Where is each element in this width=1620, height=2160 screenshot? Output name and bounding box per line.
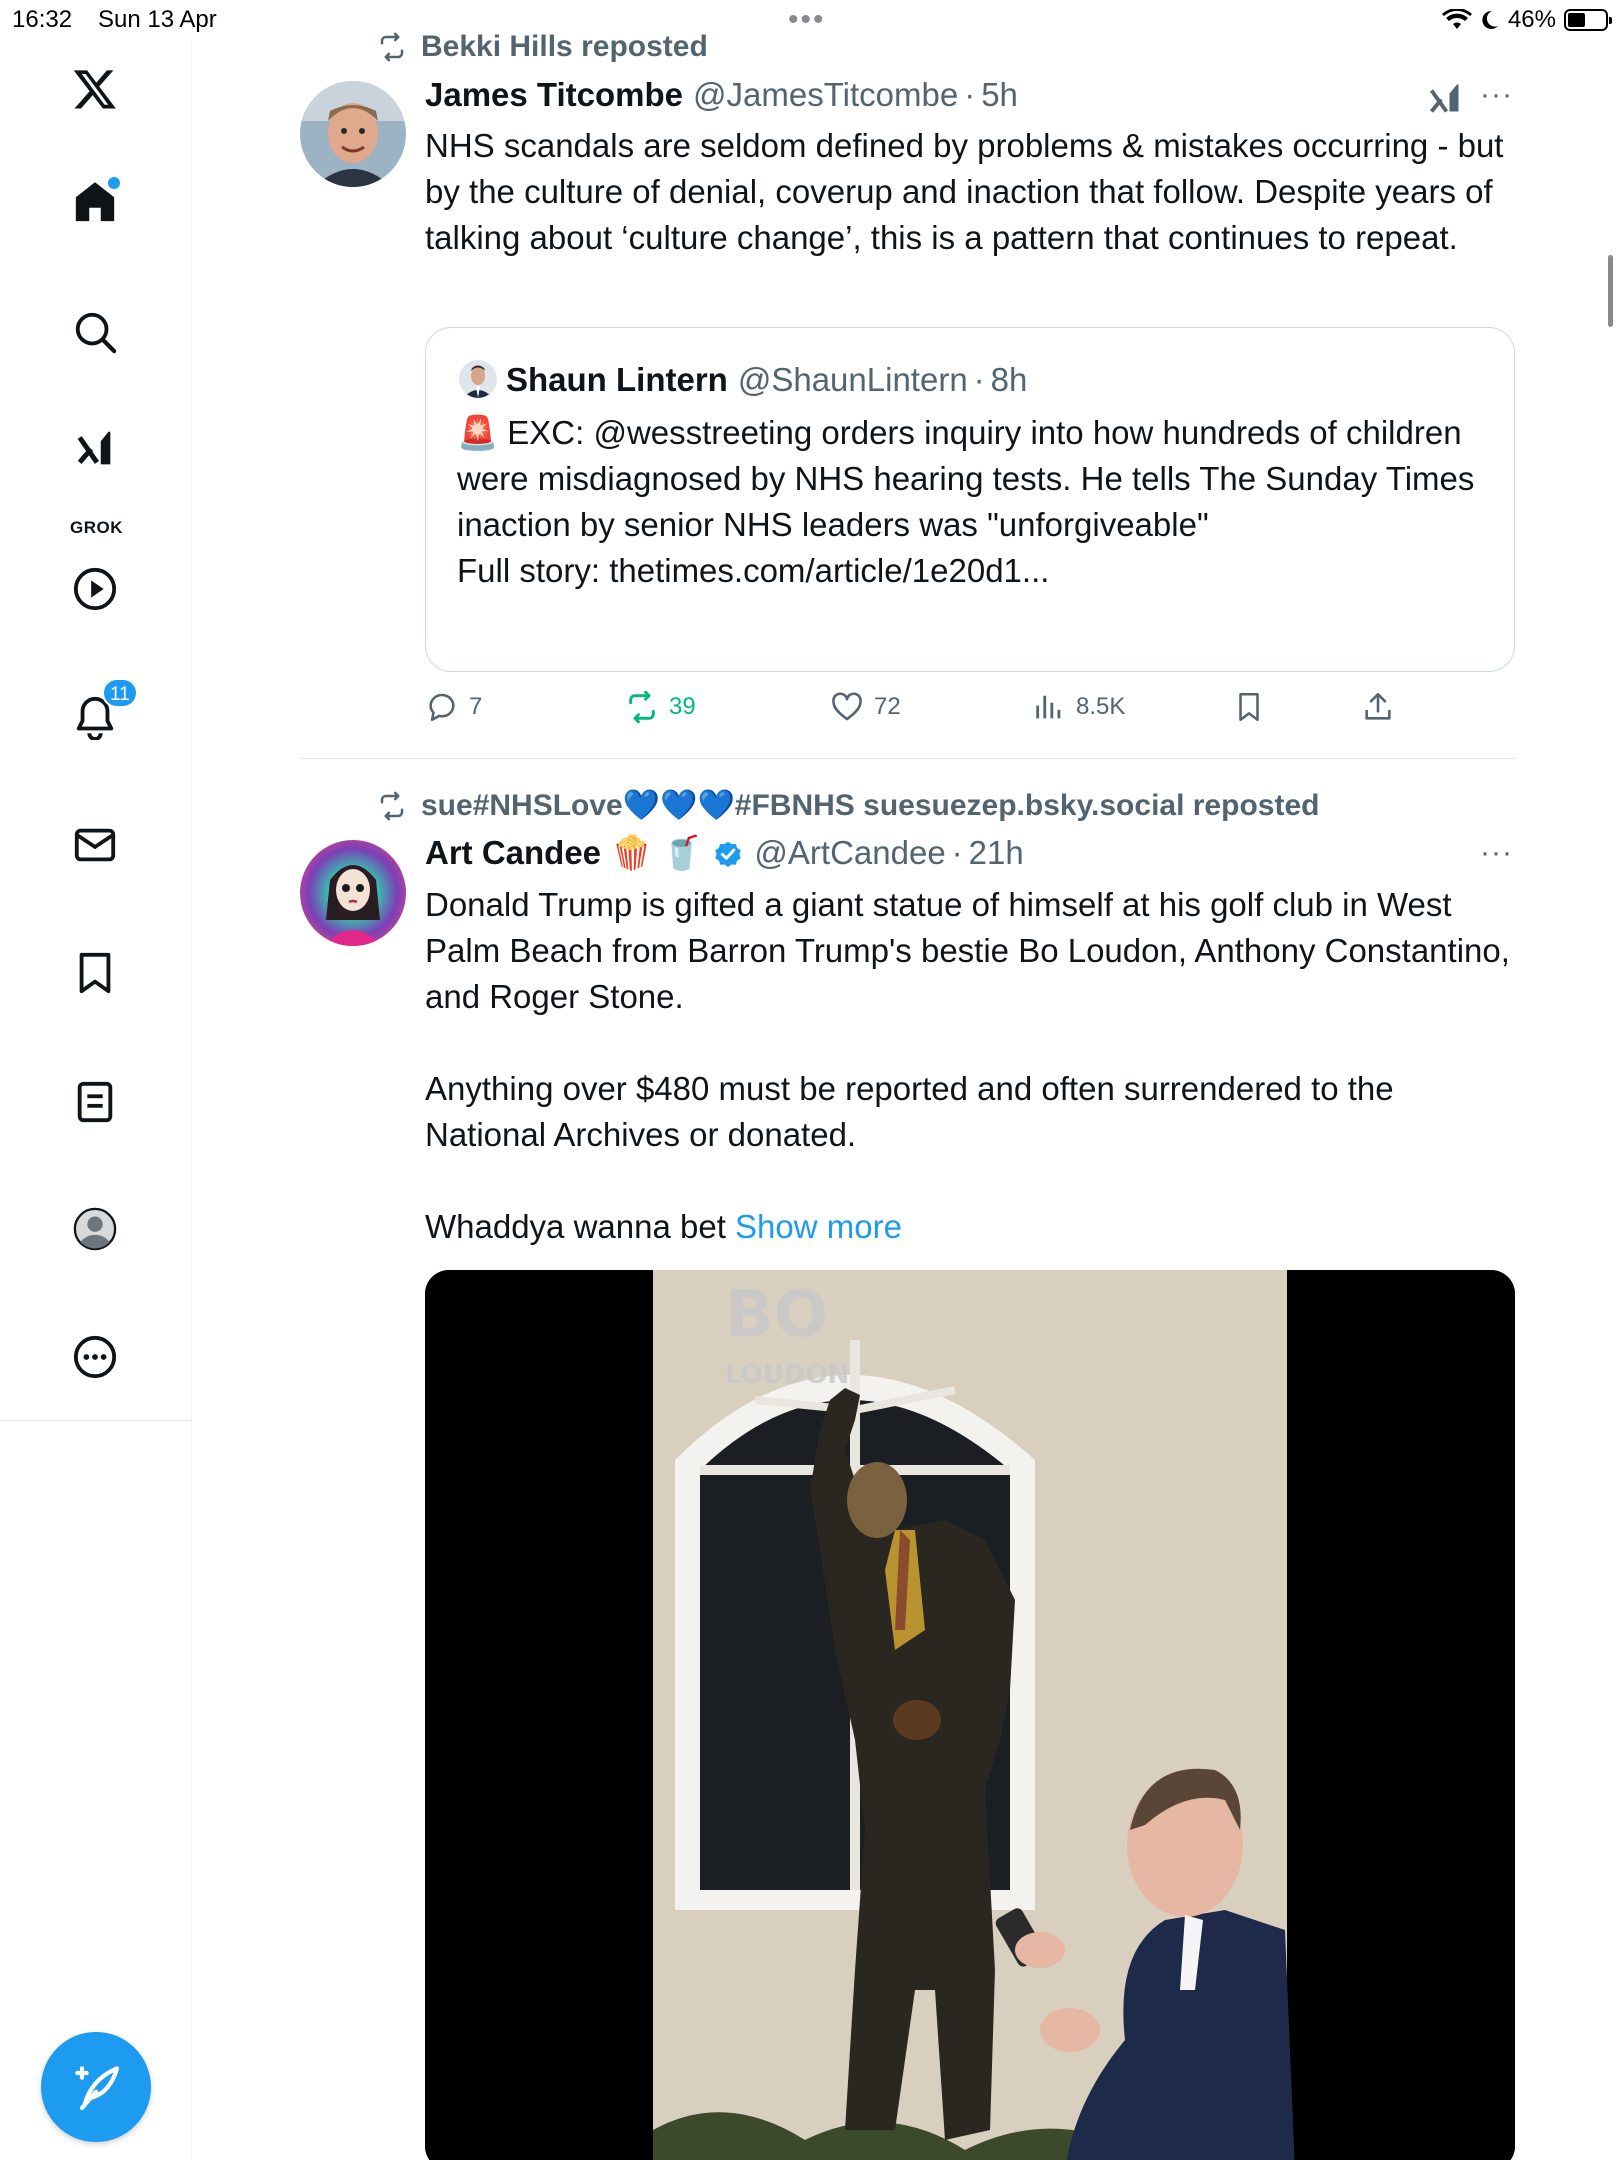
tweet-paragraph: Donald Trump is gifted a giant statue of…	[425, 886, 1510, 1015]
unread-dot	[108, 177, 120, 189]
play-icon	[73, 567, 117, 611]
quote-author-name: Shaun Lintern	[506, 361, 728, 398]
tweet-video[interactable]: BO LOUDON	[425, 1270, 1515, 2160]
repost-context[interactable]: Bekki Hills reposted	[377, 30, 708, 64]
battery-percent: 46%	[1507, 6, 1556, 33]
views-icon	[1036, 695, 1061, 719]
tweet-header: Art Candee 🍿 🥤 @ArtCandee · 21h	[425, 834, 1024, 873]
quote-body: 🚨 EXC: @wesstreeting orders inquiry into…	[457, 410, 1487, 594]
status-bar: 16:32 Sun 13 Apr ••• 46%	[0, 0, 1620, 40]
status-time: 16:32	[12, 6, 73, 33]
nav-lists[interactable]	[66, 1073, 124, 1131]
tweet-divider	[300, 758, 1515, 759]
nav-home[interactable]	[66, 173, 124, 231]
video-watermark-sub: LOUDON	[725, 1360, 849, 1390]
avatar[interactable]	[300, 81, 406, 187]
share-icon	[1365, 692, 1391, 720]
quote-link-text: Full story: thetimes.com/article/1e20d1.…	[457, 552, 1050, 589]
grok-icon	[77, 431, 111, 465]
tweet-paragraph: Anything over $480 must be reported and …	[425, 1070, 1394, 1153]
quote-text: 🚨 EXC: @wesstreeting orders inquiry into…	[457, 414, 1475, 543]
sidebar: GROK 11	[0, 40, 192, 2160]
like-button[interactable]: 72	[830, 690, 901, 724]
bookmark-icon	[79, 952, 111, 994]
bookmark-button[interactable]	[1232, 690, 1266, 724]
tweet-actions: 7 39 72 8.5K	[425, 690, 1425, 734]
tweet-time[interactable]: 5h	[981, 76, 1018, 114]
status-date: Sun 13 Apr	[98, 6, 217, 33]
tweet-text: Donald Trump is gifted a giant statue of…	[425, 882, 1515, 1250]
repost-context[interactable]: sue#NHSLove💙💙💙#FBNHS suesuezep.bsky.soci…	[377, 788, 1319, 823]
wifi-icon	[1441, 9, 1472, 29]
repost-icon	[629, 690, 655, 724]
repost-icon	[380, 32, 404, 62]
reply-button[interactable]: 7	[425, 690, 482, 724]
grok-icon[interactable]	[1427, 80, 1463, 116]
verified-badge-icon	[715, 841, 742, 867]
repost-icon	[380, 791, 404, 820]
quote-author-handle: @ShaunLintern	[737, 361, 968, 398]
heart-icon	[832, 692, 862, 721]
author-handle[interactable]: @JamesTitcombe	[693, 76, 958, 114]
profile-icon	[73, 1207, 117, 1251]
avatar[interactable]	[300, 840, 406, 946]
separator-dot: ·	[973, 361, 985, 398]
quote-time: 8h	[990, 361, 1028, 398]
reply-icon	[429, 693, 455, 722]
compose-icon	[75, 2066, 120, 2111]
reply-count: 7	[469, 693, 483, 720]
more-options-icon[interactable]: ···	[1480, 78, 1513, 112]
tweet-header: James Titcombe @JamesTitcombe · 5h	[425, 76, 1018, 114]
nav-bookmarks[interactable]	[66, 944, 124, 1002]
multitasking-dots-icon[interactable]: •••	[788, 5, 826, 35]
author-name[interactable]: James Titcombe	[425, 76, 683, 114]
battery-icon	[1564, 9, 1612, 31]
views-button[interactable]: 8.5K	[1032, 690, 1125, 724]
share-button[interactable]	[1361, 690, 1395, 724]
quote-header: Shaun Lintern @ShaunLintern · 8h	[506, 361, 1027, 399]
view-count: 8.5K	[1076, 693, 1126, 720]
repost-label: Bekki Hills reposted	[421, 30, 708, 63]
sidebar-divider	[0, 1420, 192, 1421]
list-icon	[77, 1081, 113, 1123]
notifications-badge: 11	[102, 678, 138, 708]
tweet-paragraph-last: Whaddya wanna bet Show more	[425, 1204, 1515, 1250]
nav-more[interactable]	[66, 1328, 124, 1386]
nav-profile[interactable]	[66, 1200, 124, 1258]
nav-notifications[interactable]: 11	[66, 678, 138, 746]
video-frame: BO LOUDON	[425, 1270, 1515, 2160]
bookmark-icon	[1239, 692, 1259, 722]
name-emoji: 🍿 🥤	[611, 834, 703, 871]
like-count: 72	[874, 693, 901, 720]
compose-button[interactable]	[41, 2032, 151, 2142]
status-right: 46%	[1441, 6, 1612, 34]
author-name[interactable]: Art Candee	[425, 834, 601, 872]
separator-dot: ·	[964, 76, 976, 113]
quote-avatar	[459, 360, 497, 398]
more-icon	[73, 1335, 117, 1379]
repost-label: sue#NHSLove💙💙💙#FBNHS suesuezep.bsky.soci…	[421, 789, 1320, 822]
search-icon	[75, 312, 117, 354]
nav-explore[interactable]	[66, 303, 124, 361]
tweet-paragraph: Whaddya wanna bet	[425, 1208, 726, 1245]
mail-icon	[74, 828, 116, 862]
author-handle[interactable]: @ArtCandee	[754, 834, 945, 872]
nav-messages[interactable]	[66, 816, 124, 874]
tweet-text: NHS scandals are seldom defined by probl…	[425, 127, 1504, 256]
more-options-icon[interactable]: ···	[1480, 836, 1513, 870]
show-more-link[interactable]: Show more	[735, 1208, 902, 1245]
grok-label: GROK	[70, 518, 123, 537]
x-logo-icon[interactable]	[66, 60, 124, 118]
video-watermark: BO	[725, 1278, 828, 1352]
nav-video[interactable]	[66, 560, 124, 618]
quoted-tweet[interactable]: Shaun Lintern @ShaunLintern · 8h 🚨 EXC: …	[425, 327, 1515, 672]
repost-count: 39	[669, 693, 696, 720]
repost-button[interactable]: 39	[625, 690, 696, 724]
separator-dot: ·	[951, 834, 963, 871]
scroll-indicator[interactable]	[1608, 255, 1613, 327]
tweet-time[interactable]: 21h	[969, 834, 1024, 872]
nav-grok[interactable]	[66, 420, 124, 478]
moon-icon	[1482, 10, 1498, 29]
